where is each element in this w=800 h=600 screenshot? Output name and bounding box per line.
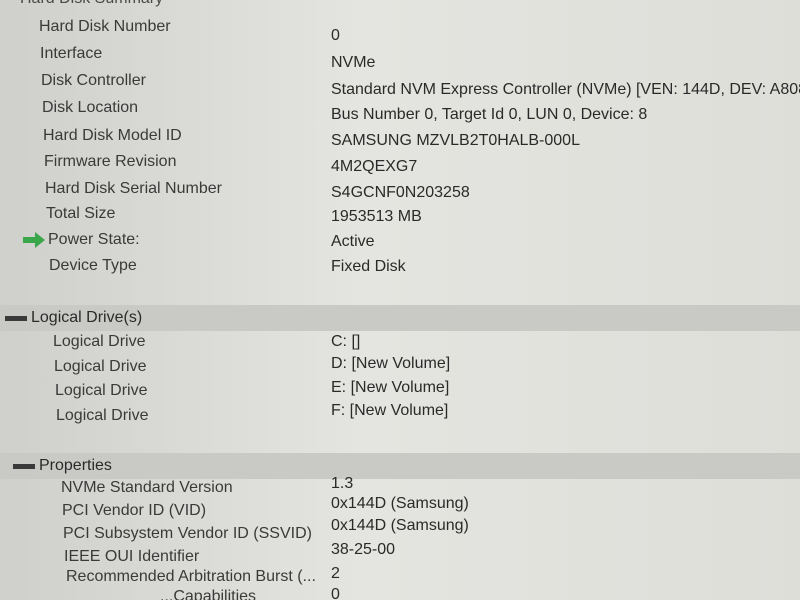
minus-collapse-icon[interactable] [5,315,27,321]
table-row[interactable]: Total Size 1953513 MB [0,205,800,230]
row-label: Firmware Revision [44,153,177,170]
table-row[interactable]: Hard Disk Number 0 [0,18,800,44]
row-label: ...Capabilities [160,588,257,600]
section-title: Logical Drive(s) [31,309,143,326]
row-label: Logical Drive [55,382,148,399]
row-label: PCI Vendor ID (VID) [62,502,207,519]
table-row[interactable]: Device Type Fixed Disk [0,257,800,282]
minus-collapse-icon[interactable] [13,463,35,469]
row-label: Device Type [49,257,137,274]
row-label: Disk Location [42,99,139,116]
row-value: Fixed Disk [331,258,406,275]
row-label: Hard Disk Serial Number [45,180,222,197]
section-title: Properties [39,457,112,474]
table-row[interactable]: PCI Subsystem Vendor ID (SSVID) 0x144D (… [0,517,800,550]
row-value: 38-25-00 [331,541,396,558]
row-value: 0x144D (Samsung) [331,495,469,512]
table-row[interactable]: Interface NVMe [0,45,800,71]
table-row[interactable]: Hard Disk Serial Number S4GCNF0N203258 [0,180,800,205]
green-arrow-icon [23,232,45,248]
row-value: S4GCNF0N203258 [331,184,470,201]
row-label: IEEE OUI Identifier [64,548,200,565]
logical-drives-header[interactable]: Logical Drive(s) [0,305,800,331]
row-label: NVMe Standard Version [61,479,233,496]
row-value: 4M2QEXG7 [331,158,418,175]
row-value: Active [331,233,375,250]
row-label: Logical Drive [56,407,149,424]
row-value: 1953513 MB [331,208,422,225]
row-value: C: [] [331,333,361,350]
row-value: 0 [331,27,340,44]
row-label: Total Size [46,205,116,222]
row-label: PCI Subsystem Vendor ID (SSVID) [63,525,312,542]
row-value: NVMe [331,54,376,71]
row-label: Logical Drive [53,333,146,350]
row-label: Hard Disk Model ID [43,127,182,144]
table-row[interactable]: Hard Disk Model ID SAMSUNG MZVLB2T0HALB-… [0,127,800,152]
properties-header[interactable]: Properties [0,453,800,479]
table-row[interactable]: ...Capabilities 0 [0,582,800,600]
row-label: Logical Drive [54,358,147,375]
row-value: Standard NVM Express Controller (NVMe) [… [331,81,800,98]
table-row[interactable]: Disk Controller Standard NVM Express Con… [0,72,800,98]
table-row[interactable]: Power State: Active [0,231,800,256]
row-value: 0x144D (Samsung) [331,517,469,534]
hard-disk-info-panel: Hard Disk Summary Hard Disk Number 0 Int… [0,0,800,600]
row-value: 1.3 [331,475,354,492]
row-value: Bus Number 0, Target Id 0, LUN 0, Device… [331,106,648,123]
table-row[interactable]: Logical Drive F: [New Volume] [0,402,800,432]
table-row[interactable]: Firmware Revision 4M2QEXG7 [0,153,800,178]
row-value: F: [New Volume] [331,402,449,419]
summary-header: Hard Disk Summary [20,0,163,8]
row-label: Interface [40,45,103,62]
row-label: Disk Controller [41,72,146,89]
row-value: 0 [331,586,340,600]
row-value: SAMSUNG MZVLB2T0HALB-000L [331,132,580,149]
row-label: Hard Disk Number [39,18,171,35]
row-value: E: [New Volume] [331,379,450,396]
row-label: Power State: [48,231,140,248]
row-value: D: [New Volume] [331,355,451,372]
row-value: 2 [331,565,340,582]
table-row[interactable]: Disk Location Bus Number 0, Target Id 0,… [0,99,800,124]
